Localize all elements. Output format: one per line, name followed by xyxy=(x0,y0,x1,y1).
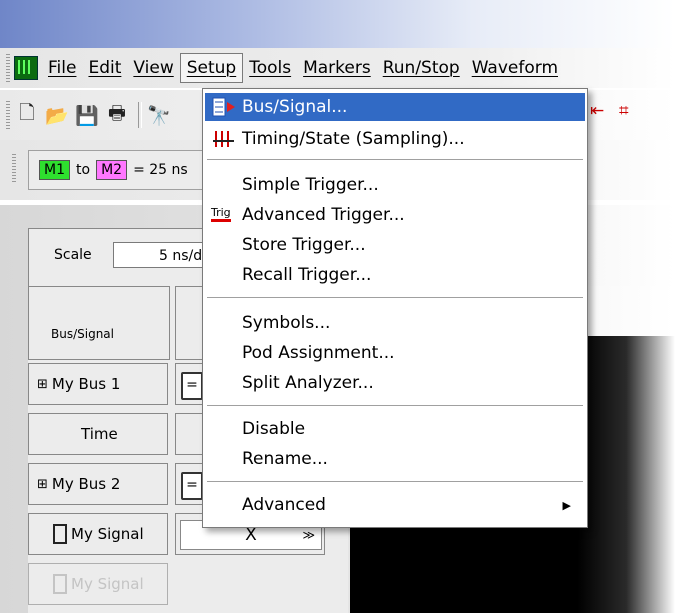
row-my-signal[interactable]: My Signal xyxy=(28,513,168,555)
menu-item-label: Advanced Trigger... xyxy=(242,205,405,225)
menu-markers[interactable]: Markers xyxy=(297,54,377,82)
marker-to-label: to xyxy=(76,162,91,178)
title-bar xyxy=(0,0,675,48)
select-value: X xyxy=(245,525,257,545)
menu-edit[interactable]: Edit xyxy=(82,54,127,82)
marker-delta-readout: = 25 ns xyxy=(133,162,188,178)
menu-item-label: Store Trigger... xyxy=(242,235,366,255)
menu-item-label: Pod Assignment... xyxy=(242,343,395,363)
menu-item-split-analyzer[interactable]: Split Analyzer... xyxy=(205,369,585,397)
timing-state-icon xyxy=(213,131,234,147)
row-my-bus-1[interactable]: ⊞ My Bus 1 xyxy=(28,363,168,405)
bus-signal-header-label: Bus/Signal xyxy=(51,327,114,341)
menu-item-symbols[interactable]: Symbols... xyxy=(205,309,585,337)
menu-run-stop[interactable]: Run/Stop xyxy=(377,54,466,82)
row-my-bus-2[interactable]: ⊞ My Bus 2 xyxy=(28,463,168,505)
bus-signal-column-header[interactable]: Bus/Signal xyxy=(28,286,170,360)
menu-item-label: Split Analyzer... xyxy=(242,373,374,393)
marker-m1-badge[interactable]: M1 xyxy=(39,160,70,180)
menu-item-simple-trigger[interactable]: Simple Trigger... xyxy=(205,171,585,199)
menu-file[interactable]: File xyxy=(42,54,82,82)
menubar-grip[interactable] xyxy=(6,54,10,82)
menu-setup[interactable]: Setup xyxy=(179,53,244,83)
equals-operator-button[interactable]: = xyxy=(181,372,203,400)
menu-separator xyxy=(207,405,583,407)
trig-icon: Trig xyxy=(211,206,231,222)
scale-input[interactable]: 5 ns/di xyxy=(113,242,211,268)
row-label: My Signal xyxy=(71,575,144,593)
menu-item-label: Advanced xyxy=(242,495,326,515)
markerbar-grip[interactable] xyxy=(12,154,16,182)
menu-item-disable[interactable]: Disable xyxy=(205,415,585,443)
menu-item-label: Rename... xyxy=(242,449,328,469)
new-file-icon[interactable]: 🗋 xyxy=(14,102,40,128)
marker-m2-badge[interactable]: M2 xyxy=(96,160,128,180)
row-label: My Bus 1 xyxy=(51,375,121,393)
app-icon[interactable] xyxy=(14,56,38,80)
menu-separator xyxy=(207,481,583,483)
menu-item-label: Disable xyxy=(242,419,306,439)
bus-signal-toolbar-icon[interactable]: ⇤ xyxy=(590,101,604,121)
toolbar-grip[interactable] xyxy=(6,101,10,129)
row-label: My Signal xyxy=(71,525,144,543)
row-label: My Bus 2 xyxy=(51,475,121,493)
print-icon[interactable]: 🖶 xyxy=(104,102,130,128)
signal-icon xyxy=(53,524,67,544)
chevron-down-icon: ≫ xyxy=(302,528,315,542)
menu-item-recall-trigger[interactable]: Recall Trigger... xyxy=(205,261,585,289)
menu-bar: File Edit View Setup Tools Markers Run/S… xyxy=(0,48,675,88)
row-time[interactable]: Time xyxy=(28,413,168,455)
scale-label: Scale xyxy=(54,247,92,263)
expand-plus-icon[interactable]: ⊞ xyxy=(37,477,48,492)
menu-item-rename[interactable]: Rename... xyxy=(205,445,585,473)
menu-item-label: Timing/State (Sampling)... xyxy=(242,129,465,149)
menu-view[interactable]: View xyxy=(127,54,179,82)
menu-item-label: Recall Trigger... xyxy=(242,265,372,285)
menu-separator xyxy=(207,297,583,299)
menu-item-timing-state[interactable]: Timing/State (Sampling)... xyxy=(205,125,585,153)
menu-item-label: Bus/Signal... xyxy=(242,97,348,117)
menu-item-label: Symbols... xyxy=(242,313,331,333)
menu-item-label: Simple Trigger... xyxy=(242,175,379,195)
menu-item-advanced-trigger[interactable]: Trig Advanced Trigger... xyxy=(205,201,585,229)
find-icon[interactable]: 🔭 xyxy=(146,102,172,128)
menu-waveform[interactable]: Waveform xyxy=(466,54,564,82)
submenu-arrow-icon: ▶ xyxy=(562,498,571,512)
setup-menu: Bus/Signal... Timing/State (Sampling)...… xyxy=(202,88,588,528)
row-label: Time xyxy=(81,425,118,443)
timing-toolbar-icon[interactable]: ⌗ xyxy=(619,101,629,121)
equals-operator-button[interactable]: = xyxy=(181,472,203,500)
logic-analyzer-window: File Edit View Setup Tools Markers Run/S… xyxy=(0,0,675,613)
menu-separator xyxy=(207,159,583,161)
toolbar-separator xyxy=(138,102,142,128)
menu-tools[interactable]: Tools xyxy=(243,54,297,82)
menu-item-store-trigger[interactable]: Store Trigger... xyxy=(205,231,585,259)
menu-item-bus-signal[interactable]: Bus/Signal... xyxy=(205,93,585,121)
menu-item-advanced[interactable]: Advanced ▶ xyxy=(205,491,585,519)
menu-item-pod-assignment[interactable]: Pod Assignment... xyxy=(205,339,585,367)
row-my-signal-2[interactable]: My Signal xyxy=(28,563,168,605)
open-folder-icon[interactable]: 📂 xyxy=(44,102,70,128)
save-icon[interactable]: 💾 xyxy=(74,102,100,128)
bus-signal-icon xyxy=(212,97,235,117)
signal-icon xyxy=(53,574,67,594)
expand-plus-icon[interactable]: ⊞ xyxy=(37,377,48,392)
